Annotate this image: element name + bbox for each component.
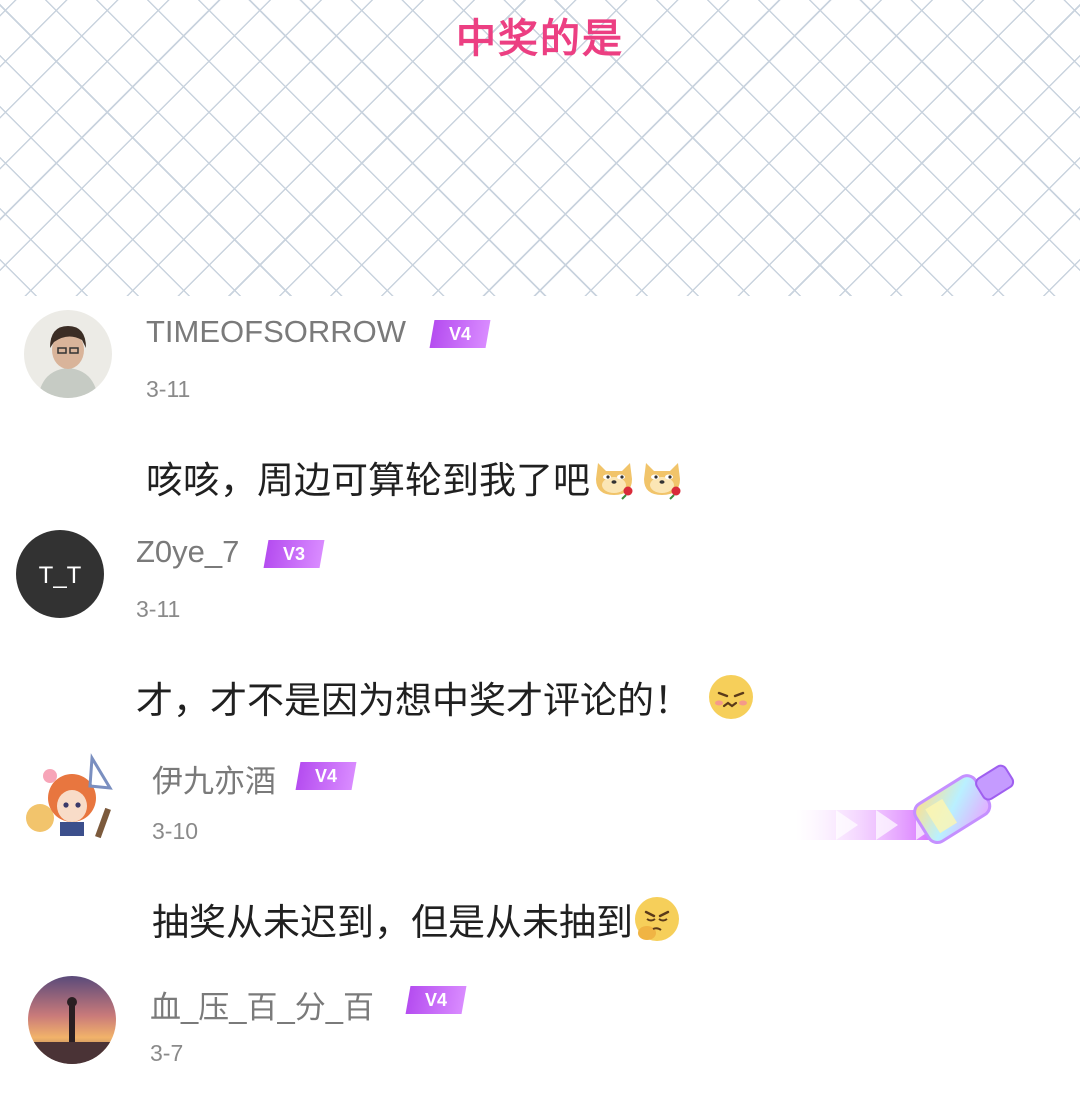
level-badge: V4 [405, 986, 467, 1014]
username[interactable]: 伊九亦酒 [152, 756, 276, 801]
comment-date: 3-11 [136, 596, 181, 622]
comment-text-row: 才，才不是因为想中奖才评论的！ [136, 670, 755, 724]
comment-text: 才，才不是因为想中奖才评论的！ [136, 679, 691, 722]
avatar[interactable] [20, 748, 124, 852]
avatar[interactable] [28, 976, 116, 1064]
page-title: 中奖的是 [456, 15, 624, 62]
comment-text: 抽奖从未迟到，但是从未抽到 [152, 901, 633, 944]
comment-date: 3-10 [152, 818, 199, 844]
comment-text-row: 抽奖从未迟到，但是从未抽到 [152, 892, 681, 946]
doge-rose-icon [638, 453, 686, 501]
avatar[interactable] [24, 310, 112, 398]
sulk-face-icon [633, 895, 681, 943]
tsundere-face-icon [707, 673, 755, 721]
avatar-text: T_T [39, 562, 82, 589]
avatar[interactable]: T_T [16, 530, 104, 618]
level-badge: V4 [295, 762, 357, 790]
comment-date: 3-7 [150, 1040, 184, 1066]
comment-date: 3-11 [146, 376, 191, 402]
level-badge: V3 [263, 540, 325, 568]
paintbrush-decoration-icon [796, 732, 1016, 852]
level-badge: V4 [429, 320, 491, 348]
lattice-header-banner: 中奖的是 [0, 0, 1080, 296]
username[interactable]: Z0ye_7 [136, 534, 239, 570]
comment-text: 咳咳，周边可算轮到我了吧 [146, 459, 590, 502]
username[interactable]: TIMEOFSORROW [146, 314, 406, 350]
username[interactable]: 血_压_百_分_百 [150, 982, 374, 1027]
comment-text-row: 咳咳，周边可算轮到我了吧 [146, 450, 686, 504]
doge-rose-icon [590, 453, 638, 501]
